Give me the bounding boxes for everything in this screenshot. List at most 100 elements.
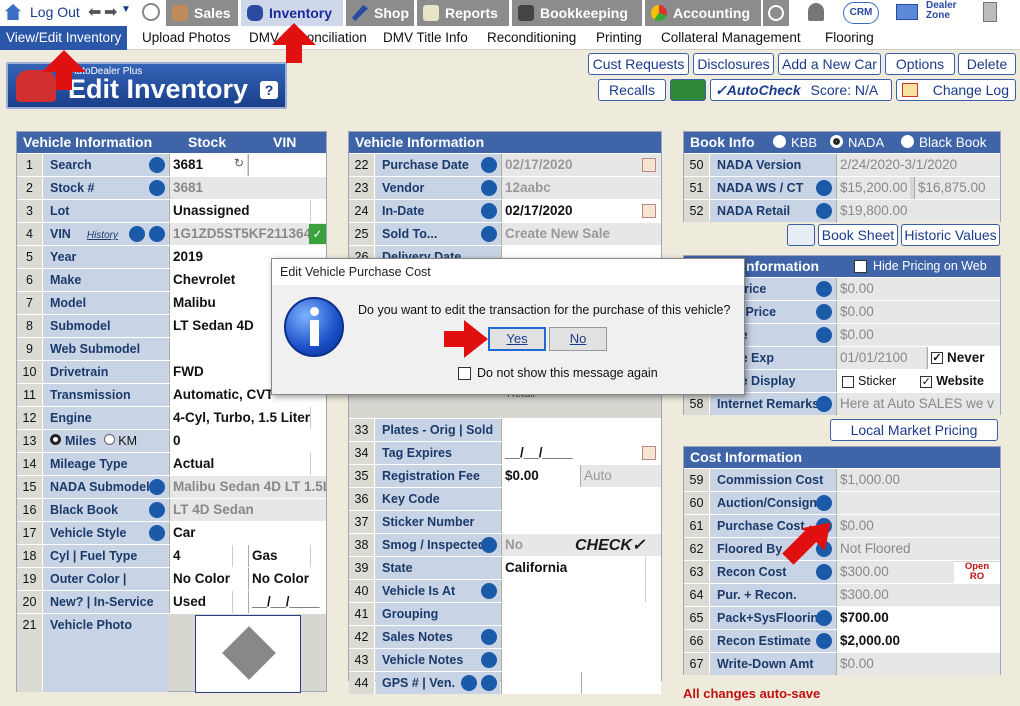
action-icon-2[interactable]	[461, 675, 477, 691]
field-value[interactable]	[501, 488, 661, 510]
field-value-2[interactable]: __/__/____	[248, 591, 326, 613]
action-icon[interactable]	[149, 525, 165, 541]
kbb-radio[interactable]	[773, 135, 786, 148]
subnav-view-edit-inventory[interactable]: View/Edit Inventory	[0, 26, 128, 50]
support-icon[interactable]	[142, 3, 160, 21]
subnav-reconditioning[interactable]: Reconditioning	[487, 26, 576, 50]
dropdown-icon[interactable]	[232, 545, 248, 567]
tab-reports[interactable]: Reports	[417, 0, 509, 26]
disclosures-button[interactable]: Disclosures	[693, 53, 774, 75]
action-icon[interactable]	[481, 157, 497, 173]
action-icon[interactable]	[816, 396, 832, 412]
field-value[interactable]: $0.00	[501, 465, 580, 487]
field-value[interactable]: $0.00	[836, 324, 1000, 346]
action-icon[interactable]	[481, 180, 497, 196]
recalls-button[interactable]: Recalls	[598, 79, 666, 101]
field-value[interactable]: 3681	[169, 177, 326, 199]
action-icon[interactable]	[481, 226, 497, 242]
km-radio[interactable]	[104, 434, 116, 445]
black-book-radio[interactable]	[901, 135, 914, 148]
tab-accounting[interactable]: Accounting	[645, 0, 761, 26]
vendor-field[interactable]	[581, 672, 661, 694]
field-value[interactable]: $0.00	[836, 301, 1000, 323]
forward-arrow-icon[interactable]: ➡	[104, 2, 117, 22]
delete-button[interactable]: Delete	[958, 53, 1016, 75]
field-value[interactable]: Malibu Sedan 4D LT 1.5L	[169, 476, 326, 498]
action-icon[interactable]	[149, 502, 165, 518]
printer-icon[interactable]	[787, 224, 815, 246]
calculator-icon[interactable]	[983, 2, 997, 22]
field-value[interactable]: 01/01/2100	[836, 347, 926, 369]
field-value[interactable]: Here at Auto SALES we v	[836, 393, 1000, 415]
field-value[interactable]: 4-Cyl, Turbo, 1.5 Liter	[169, 407, 326, 429]
field-value[interactable]: California	[501, 557, 661, 579]
local-market-pricing-button[interactable]: Local Market Pricing	[830, 419, 998, 441]
dropdown-icon[interactable]	[310, 453, 326, 475]
action-icon[interactable]	[149, 180, 165, 196]
field-value[interactable]	[501, 419, 661, 441]
never-checkbox[interactable]: ✓	[931, 352, 943, 365]
miles-radio[interactable]	[50, 434, 61, 445]
action-icon[interactable]	[149, 226, 165, 242]
logout-link[interactable]: Log Out	[30, 4, 80, 20]
action-icon[interactable]	[816, 304, 832, 320]
action-icon[interactable]	[481, 583, 497, 599]
action-icon[interactable]	[481, 652, 497, 668]
action-icon[interactable]	[481, 537, 497, 553]
field-value[interactable]	[501, 580, 661, 602]
dealer-zone-icon[interactable]	[896, 4, 918, 20]
options-button[interactable]: Options	[885, 53, 955, 75]
field-value[interactable]: 0	[169, 430, 326, 452]
field-value[interactable]	[501, 626, 661, 648]
action-icon[interactable]	[816, 203, 832, 219]
field-value[interactable]: 1G1ZD5ST5KF211364	[169, 223, 326, 245]
cust-requests-button[interactable]: Cust Requests	[588, 53, 689, 75]
home-icon[interactable]	[5, 4, 21, 20]
yes-button[interactable]: Yes	[488, 327, 546, 351]
dropdown-icon[interactable]	[310, 407, 326, 429]
history-dropdown-icon[interactable]: ▼	[121, 4, 131, 15]
action-icon[interactable]	[481, 203, 497, 219]
dropdown-icon[interactable]	[310, 200, 326, 222]
action-icon[interactable]	[149, 479, 165, 495]
tab-shop[interactable]: Shop	[346, 0, 414, 26]
subnav-printing[interactable]: Printing	[596, 26, 642, 50]
bell-icon[interactable]	[808, 3, 824, 21]
calendar-icon[interactable]	[642, 446, 656, 460]
decode-icon[interactable]	[129, 226, 145, 242]
field-value[interactable]: LT 4D Sedan	[169, 499, 326, 521]
field-value[interactable]: 02/17/2020	[501, 154, 661, 176]
back-arrow-icon[interactable]: ⬅	[88, 2, 101, 22]
field-value[interactable]: Create New Sale	[501, 223, 661, 245]
dropdown-icon[interactable]	[645, 580, 661, 602]
autocheck-badge[interactable]: CHECK✓	[575, 535, 645, 555]
vehicle-photo-placeholder[interactable]	[195, 615, 301, 693]
vin-history-link[interactable]: History	[87, 230, 118, 241]
field-value[interactable]: $700.00	[836, 607, 1000, 629]
action-icon[interactable]	[816, 495, 832, 511]
field-value[interactable]: Actual	[169, 453, 326, 475]
calendar-icon[interactable]	[642, 204, 656, 218]
dont-show-checkbox[interactable]	[458, 367, 471, 380]
action-icon[interactable]	[816, 180, 832, 196]
action-icon[interactable]	[816, 327, 832, 343]
dropdown-icon[interactable]	[310, 545, 326, 567]
change-log-button[interactable]: Change Log	[896, 79, 1016, 101]
action-icon[interactable]	[481, 675, 497, 691]
dealer-zone-link[interactable]: Dealer Zone	[926, 1, 957, 21]
autocheck-button[interactable]: ✓AutoCheck Score: N/A	[710, 79, 892, 101]
refresh-icon[interactable]: ↻	[234, 156, 244, 170]
field-value[interactable]: $0.00	[836, 278, 1000, 300]
field-value[interactable]: $2,000.00	[836, 630, 1000, 652]
vin-search-input[interactable]	[248, 154, 326, 176]
field-value[interactable]	[501, 649, 661, 671]
no-button[interactable]: No	[549, 327, 607, 351]
nada-radio[interactable]	[830, 135, 843, 148]
field-value[interactable]: 02/17/2020	[501, 200, 661, 222]
field-value[interactable]: No Color	[169, 568, 248, 590]
field-value[interactable]	[501, 511, 661, 533]
historic-values-button[interactable]: Historic Values	[901, 224, 1000, 246]
dropdown-icon[interactable]	[645, 557, 661, 579]
help-button[interactable]: ?	[260, 81, 278, 99]
crm-button[interactable]: CRM	[843, 2, 879, 24]
